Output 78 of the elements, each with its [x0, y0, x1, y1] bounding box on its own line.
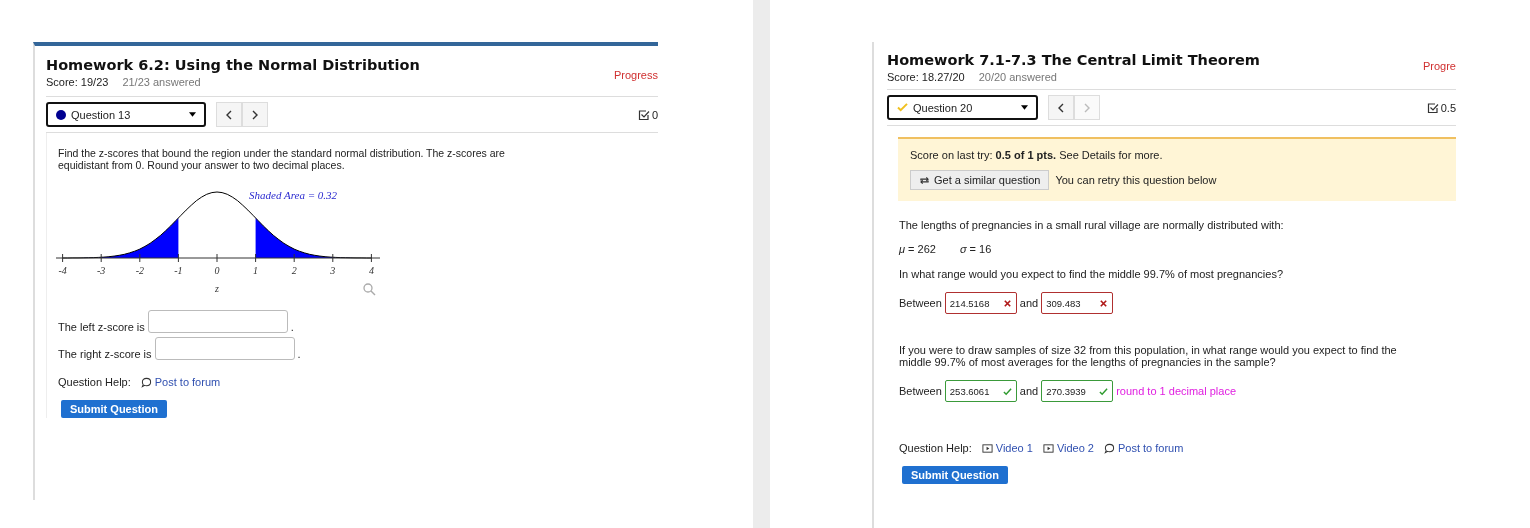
tick-label: 4	[368, 265, 374, 276]
question-dropdown[interactable]: Question 20	[887, 95, 1038, 120]
tick-label: 3	[330, 265, 336, 276]
tick-label: -1	[174, 265, 183, 276]
question-text: If you were to draw samples of size 32 from this population, in what range would you expect to find the middle 99.7% of most averages for the lengths of pregnancies in the sample?	[899, 344, 1398, 368]
tick-label: 0	[214, 265, 220, 276]
tick-label: 1	[253, 265, 259, 276]
speech-bubble-icon	[140, 376, 152, 388]
axis-label: z	[215, 283, 219, 294]
help-label: Question Help:	[58, 376, 131, 388]
answer-label: The left z-score is	[58, 321, 145, 333]
score-text: Score: 18.27/20	[887, 71, 965, 83]
answer-field[interactable]: 270.3939	[1041, 380, 1114, 402]
question-text: In what range would you expect to find the middle 99.7% of most pregnancies?	[899, 268, 1284, 280]
help-link[interactable]: Post to forum	[1104, 442, 1184, 454]
period-text: .	[290, 321, 294, 333]
caret-icon	[189, 112, 196, 117]
video-icon	[981, 442, 993, 454]
parameter-text: μ = 262	[899, 243, 936, 255]
repeat-icon	[919, 174, 930, 186]
tick-label: -2	[135, 265, 144, 276]
points-text: 0.5	[1440, 101, 1456, 114]
next-button[interactable]	[242, 102, 268, 127]
help-link[interactable]: Video 2	[1042, 442, 1094, 454]
answer-field[interactable]	[154, 337, 295, 360]
help-link[interactable]: Post to forum	[140, 376, 221, 388]
question-text: The lengths of pregnancies in a small rural village are normally distributed with:	[899, 219, 1285, 231]
retry-note: You can retry this question below	[1055, 174, 1217, 186]
parameter-text: σ = 16	[959, 243, 992, 255]
checkbox-icon	[637, 108, 650, 121]
previous-button[interactable]	[216, 102, 242, 127]
check-icon	[897, 103, 908, 112]
similar-question-button[interactable]: Get a similar question	[910, 170, 1050, 190]
check-icon	[1002, 386, 1012, 396]
score-text: Score: 19/23	[46, 76, 109, 88]
zoom-icon[interactable]	[363, 283, 376, 296]
question-dropdown[interactable]: Question 13	[46, 102, 206, 127]
between-label: Between	[899, 297, 942, 309]
between-label: Between	[899, 385, 942, 397]
submit-button[interactable]: Submit Question	[902, 466, 1008, 484]
answer-field[interactable]: 309.483	[1041, 292, 1114, 314]
answer-field[interactable]	[147, 310, 288, 333]
answer-field[interactable]: 253.6061	[944, 380, 1017, 402]
assignment-title: Homework 6.2: Using the Normal Distribution	[46, 57, 420, 73]
submit-button[interactable]: Submit Question	[61, 400, 167, 418]
answer-label: The right z-score is	[58, 348, 152, 360]
previous-button[interactable]	[1048, 95, 1074, 120]
help-link[interactable]: Video 1	[981, 442, 1033, 454]
assignment-title: Homework 7.1-7.3 The Central Limit Theorem	[887, 52, 1260, 68]
check-icon	[1099, 386, 1109, 396]
answer-field[interactable]: 214.5168	[944, 292, 1017, 314]
help-label: Question Help:	[899, 442, 972, 454]
chevron-left-icon	[226, 109, 232, 120]
video-icon	[1042, 442, 1054, 454]
cross-icon	[1002, 298, 1012, 308]
period-text: .	[297, 348, 301, 360]
checkbox-icon	[1426, 101, 1439, 114]
hint-text: round to 1 decimal place	[1116, 385, 1237, 397]
answered-count: 20/20 answered	[978, 71, 1057, 83]
tick-label: -4	[58, 265, 67, 276]
speech-bubble-icon	[1104, 442, 1115, 454]
chevron-left-icon	[1058, 102, 1064, 113]
shaded-area-label: Shaded Area = 0.32	[249, 189, 338, 201]
cross-icon	[1099, 298, 1109, 308]
progress-link[interactable]: Progress	[613, 69, 658, 81]
tick-label: -3	[97, 265, 106, 276]
progress-link[interactable]: Progre	[1422, 60, 1456, 72]
and-label: and	[1019, 297, 1039, 309]
and-label: and	[1019, 385, 1039, 397]
points-text: 0	[651, 108, 658, 121]
status-dot-icon	[56, 109, 66, 120]
tick-label: 2	[291, 265, 297, 276]
chevron-right-icon	[252, 109, 258, 120]
notice-text: Score on last try: 0.5 of 1 pts. See Details for more.	[910, 149, 1164, 161]
answered-count: 21/23 answered	[122, 76, 201, 88]
chevron-right-icon	[1084, 102, 1090, 113]
question-text: Find the z-scores that bound the region under the standard normal distribution. The z-scores are equidistant from 0. Round your answer to two decimal places.	[58, 147, 506, 171]
caret-icon	[1021, 105, 1028, 110]
